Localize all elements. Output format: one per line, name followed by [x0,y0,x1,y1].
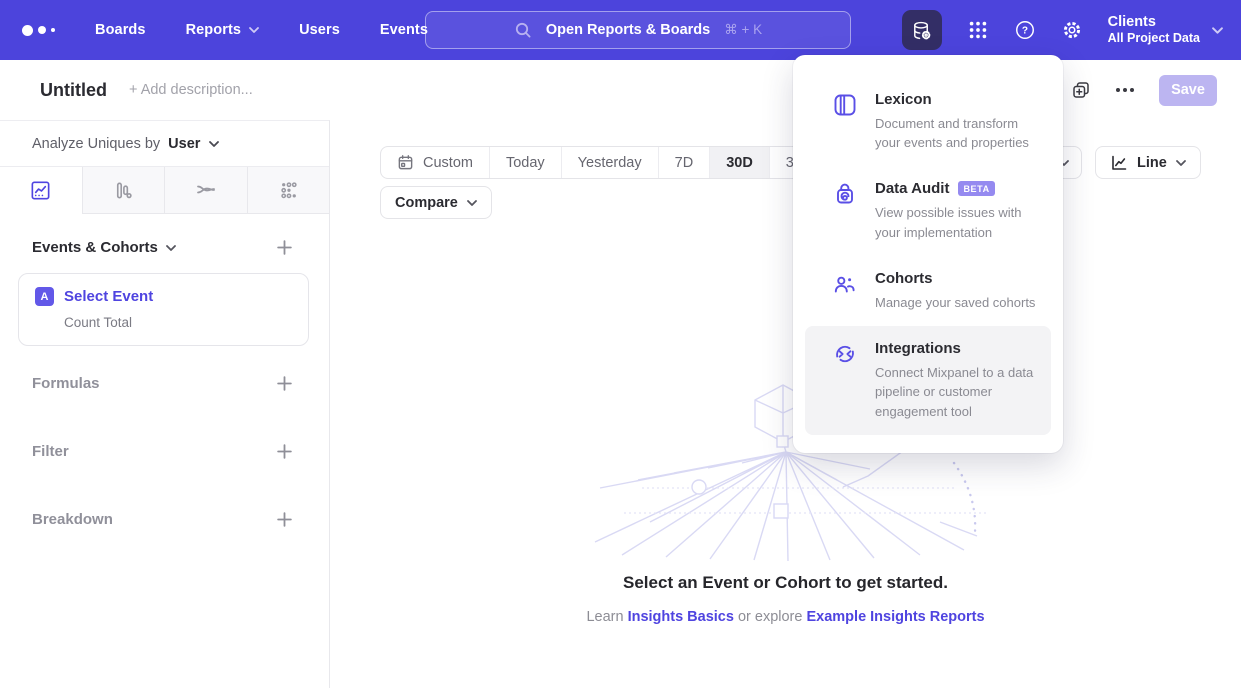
more-options-icon[interactable] [1116,88,1134,92]
chart-type-tabs [0,167,329,214]
events-cohorts-header: Events & Cohorts [0,239,329,256]
plus-icon [276,511,293,528]
primary-nav: Boards Reports Users Events [95,22,428,38]
mixpanel-logo-icon[interactable] [22,25,55,36]
add-filter-button[interactable] [276,443,293,460]
formulas-section: Formulas [0,375,329,392]
menu-item-description: Manage your saved cohorts [875,293,1039,312]
bar-chart-icon [112,179,135,202]
project-name: Clients [1108,13,1200,31]
analyze-value[interactable]: User [168,136,200,152]
chart-style-selector[interactable]: Line [1095,146,1201,179]
flow-chart-icon [194,178,218,202]
apps-grid-icon[interactable] [967,19,989,41]
plus-icon [276,239,293,256]
beta-badge: BETA [958,181,994,196]
empty-sub-prefix: Learn [586,609,627,625]
breakdown-label: Breakdown [32,511,113,528]
metrics-grid-icon [277,179,300,202]
add-formula-button[interactable] [276,375,293,392]
breakdown-section: Breakdown [0,511,329,528]
add-breakdown-button[interactable] [276,511,293,528]
example-insights-reports-link[interactable]: Example Insights Reports [806,609,984,625]
search-input[interactable]: Open Reports & Boards ⌘ + K [425,11,851,49]
chevron-down-icon [249,27,259,33]
tab-bar-chart[interactable] [83,167,166,213]
integrations-sync-icon [832,341,858,367]
formulas-label: Formulas [32,375,100,392]
tab-line-chart[interactable] [0,167,83,213]
event-card[interactable]: A Select Event Count Total [18,273,309,346]
chevron-down-icon [467,200,477,206]
line-chart-icon [1110,154,1128,172]
menu-item-data-audit[interactable]: Data AuditBETA View possible issues with… [805,166,1051,255]
select-event-label[interactable]: Select Event [64,288,153,305]
top-navbar: Boards Reports Users Events Open Reports… [0,0,1241,60]
lexicon-book-icon [832,92,858,118]
events-cohorts-toggle[interactable]: Events & Cohorts [32,239,176,256]
data-management-dropdown: Lexicon Document and transform your even… [793,55,1063,453]
nav-events[interactable]: Events [380,22,428,38]
search-placeholder: Open Reports & Boards [546,22,710,38]
empty-sub-middle: or explore [734,609,807,625]
analyze-uniques-row: Analyze Uniques by User [0,121,329,167]
menu-item-description: Connect Mixpanel to a data pipeline or c… [875,363,1039,421]
add-description-field[interactable]: + Add description... [129,82,253,98]
tab-flow-chart[interactable] [165,167,248,213]
compare-button[interactable]: Compare [380,186,492,219]
cohorts-people-icon [832,271,858,297]
search-shortcut: ⌘ + K [724,22,762,38]
empty-state: Select an Event or Cohort to get started… [330,573,1241,625]
menu-item-integrations[interactable]: Integrations Connect Mixpanel to a data … [805,326,1051,435]
search-icon [514,21,532,39]
empty-state-title: Select an Event or Cohort to get started… [330,573,1241,593]
help-icon[interactable]: ? [1014,19,1036,41]
line-chart-icon [29,179,52,202]
plus-icon [276,375,293,392]
chevron-down-icon [1176,160,1186,166]
menu-item-lexicon[interactable]: Lexicon Document and transform your even… [805,77,1051,166]
nav-boards[interactable]: Boards [95,22,146,38]
nav-reports[interactable]: Reports [186,22,260,38]
nav-users[interactable]: Users [299,22,340,38]
filter-label: Filter [32,443,69,460]
date-range-custom[interactable]: Custom [381,147,490,178]
date-range-30d[interactable]: 30D [710,147,770,178]
calendar-icon [397,154,414,171]
event-aggregation-label[interactable]: Count Total [64,315,292,330]
chevron-down-icon [166,245,176,251]
chevron-down-icon [1212,27,1223,34]
duplicate-icon[interactable] [1071,80,1091,100]
data-audit-icon [832,181,858,207]
tab-metrics-grid[interactable] [248,167,330,213]
data-management-icon[interactable] [902,10,942,50]
settings-gear-icon[interactable] [1061,19,1083,41]
chevron-down-icon[interactable] [209,141,219,147]
report-title[interactable]: Untitled [40,80,107,101]
empty-state-subtitle: Learn Insights Basics or explore Example… [330,609,1241,625]
insights-basics-link[interactable]: Insights Basics [628,609,734,625]
add-event-button[interactable] [276,239,293,256]
date-range-today[interactable]: Today [490,147,562,178]
analyze-label: Analyze Uniques by [32,136,160,152]
date-range-yesterday[interactable]: Yesterday [562,147,659,178]
project-scope: All Project Data [1108,31,1200,47]
date-range-7d[interactable]: 7D [659,147,711,178]
menu-item-description: Document and transform your events and p… [875,114,1039,152]
report-canvas: Custom Today Yesterday 7D 30D 3M 6M Comp… [330,120,1241,688]
plus-icon [276,443,293,460]
event-series-badge: A [35,287,54,306]
save-button[interactable]: Save [1159,75,1217,106]
svg-text:?: ? [1022,26,1028,37]
project-selector[interactable]: Clients All Project Data [1108,13,1223,47]
navbar-right-cluster: ? Clients All Project Data [902,0,1223,60]
menu-item-description: View possible issues with your implement… [875,203,1039,241]
menu-item-cohorts[interactable]: Cohorts Manage your saved cohorts [805,256,1051,326]
filter-section: Filter [0,443,329,460]
query-builder-sidebar: Analyze Uniques by User [0,120,330,688]
